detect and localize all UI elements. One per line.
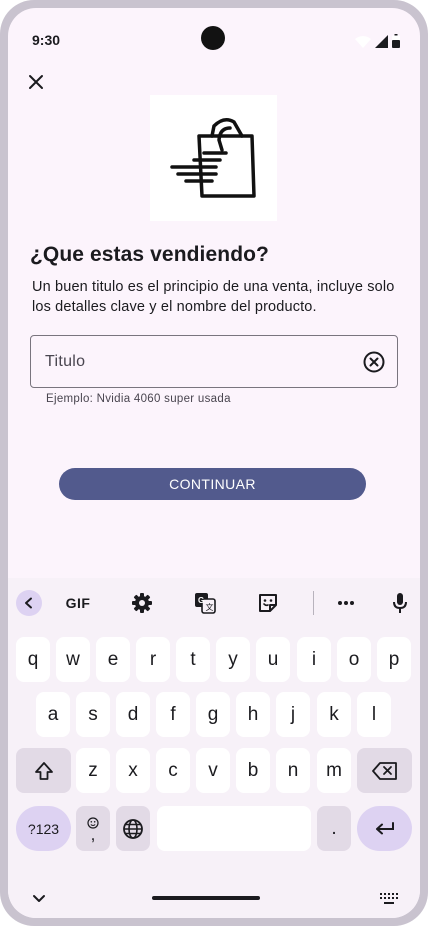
- key-s[interactable]: s: [76, 692, 110, 737]
- language-key[interactable]: [116, 806, 150, 851]
- mic-icon: [393, 593, 407, 613]
- key-p[interactable]: p: [377, 637, 411, 682]
- translate-button[interactable]: G 文: [191, 586, 219, 620]
- key-z[interactable]: z: [76, 748, 110, 793]
- hide-keyboard-button[interactable]: [28, 888, 50, 910]
- battery-icon: [392, 34, 400, 48]
- screen: 9:30 ¿Que estas vendiendo? Un buen titul…: [8, 8, 420, 918]
- shift-icon: [34, 761, 53, 780]
- enter-icon: [375, 821, 394, 834]
- toolbar-divider: [313, 591, 314, 615]
- symbols-key[interactable]: ?123: [16, 806, 71, 851]
- close-icon: [29, 75, 43, 89]
- keyboard-settings-button[interactable]: [128, 586, 156, 620]
- globe-icon: [123, 818, 143, 839]
- backspace-key[interactable]: [357, 748, 412, 793]
- key-e[interactable]: e: [96, 637, 130, 682]
- key-w[interactable]: w: [56, 637, 90, 682]
- gif-button[interactable]: GIF: [62, 586, 94, 620]
- title-field: [30, 335, 398, 388]
- hero-image: [150, 95, 277, 221]
- key-j[interactable]: j: [276, 692, 310, 737]
- key-f[interactable]: f: [156, 692, 190, 737]
- key-r[interactable]: r: [136, 637, 170, 682]
- chevron-left-icon: [25, 597, 32, 609]
- backspace-icon: [371, 761, 397, 780]
- continue-button[interactable]: CONTINUAR: [59, 468, 366, 500]
- more-icon: [338, 601, 354, 605]
- key-u[interactable]: u: [256, 637, 290, 682]
- page-title: ¿Que estas vendiendo?: [30, 243, 269, 266]
- key-l[interactable]: l: [357, 692, 391, 737]
- emoji-comma-stack: ,: [87, 816, 99, 844]
- key-t[interactable]: t: [176, 637, 210, 682]
- title-input[interactable]: [45, 336, 355, 387]
- key-d[interactable]: d: [116, 692, 150, 737]
- front-camera: [201, 26, 225, 50]
- key-q[interactable]: q: [16, 637, 50, 682]
- switch-keyboard-button[interactable]: [378, 888, 400, 910]
- shift-key[interactable]: [16, 748, 71, 793]
- translate-icon: G 文: [195, 593, 216, 614]
- key-b[interactable]: b: [236, 748, 270, 793]
- status-time: 9:30: [32, 32, 61, 48]
- key-n[interactable]: n: [276, 748, 310, 793]
- status-icons: [355, 34, 400, 48]
- key-k[interactable]: k: [317, 692, 351, 737]
- wifi-icon: [355, 36, 371, 48]
- voice-input-button[interactable]: [386, 586, 414, 620]
- device-frame: 9:30 ¿Que estas vendiendo? Un buen titul…: [0, 0, 428, 926]
- more-button[interactable]: [332, 586, 360, 620]
- key-h[interactable]: h: [236, 692, 270, 737]
- enter-key[interactable]: [357, 806, 412, 851]
- helper-text: Ejemplo: Nvidia 4060 super usada: [46, 393, 231, 405]
- gesture-nav-handle[interactable]: [152, 896, 260, 900]
- soft-keyboard: GIF G 文 q w e r t y u i o p a s d f g h …: [8, 578, 420, 918]
- signal-icon: [375, 35, 388, 48]
- clear-icon[interactable]: [363, 351, 385, 373]
- key-c[interactable]: c: [156, 748, 190, 793]
- status-bar: 9:30: [8, 8, 420, 70]
- key-v[interactable]: v: [196, 748, 230, 793]
- period-key[interactable]: .: [317, 806, 351, 851]
- svg-text:文: 文: [206, 602, 214, 612]
- shopping-bag-fast-icon: [169, 118, 256, 198]
- key-y[interactable]: y: [216, 637, 250, 682]
- sticker-icon: [259, 594, 277, 612]
- key-g[interactable]: g: [196, 692, 230, 737]
- sticker-button[interactable]: [254, 586, 282, 620]
- page-subtitle: Un buen titulo es el principio de una ve…: [32, 279, 395, 315]
- keyboard-toolbar: GIF G 文: [8, 586, 420, 620]
- emoji-comma-key[interactable]: ,: [76, 806, 110, 851]
- keyboard-icon: [380, 893, 398, 904]
- comma-label: ,: [90, 824, 96, 844]
- keyboard-back-button[interactable]: [16, 590, 42, 616]
- svg-text:G: G: [198, 596, 204, 605]
- key-a[interactable]: a: [36, 692, 70, 737]
- key-o[interactable]: o: [337, 637, 371, 682]
- key-x[interactable]: x: [116, 748, 150, 793]
- symbols-key-label: ?123: [27, 820, 60, 837]
- chevron-down-icon: [33, 895, 45, 902]
- close-button[interactable]: [22, 68, 50, 96]
- gear-icon: [132, 593, 152, 613]
- key-m[interactable]: m: [317, 748, 351, 793]
- space-key[interactable]: [157, 806, 311, 851]
- key-i[interactable]: i: [297, 637, 331, 682]
